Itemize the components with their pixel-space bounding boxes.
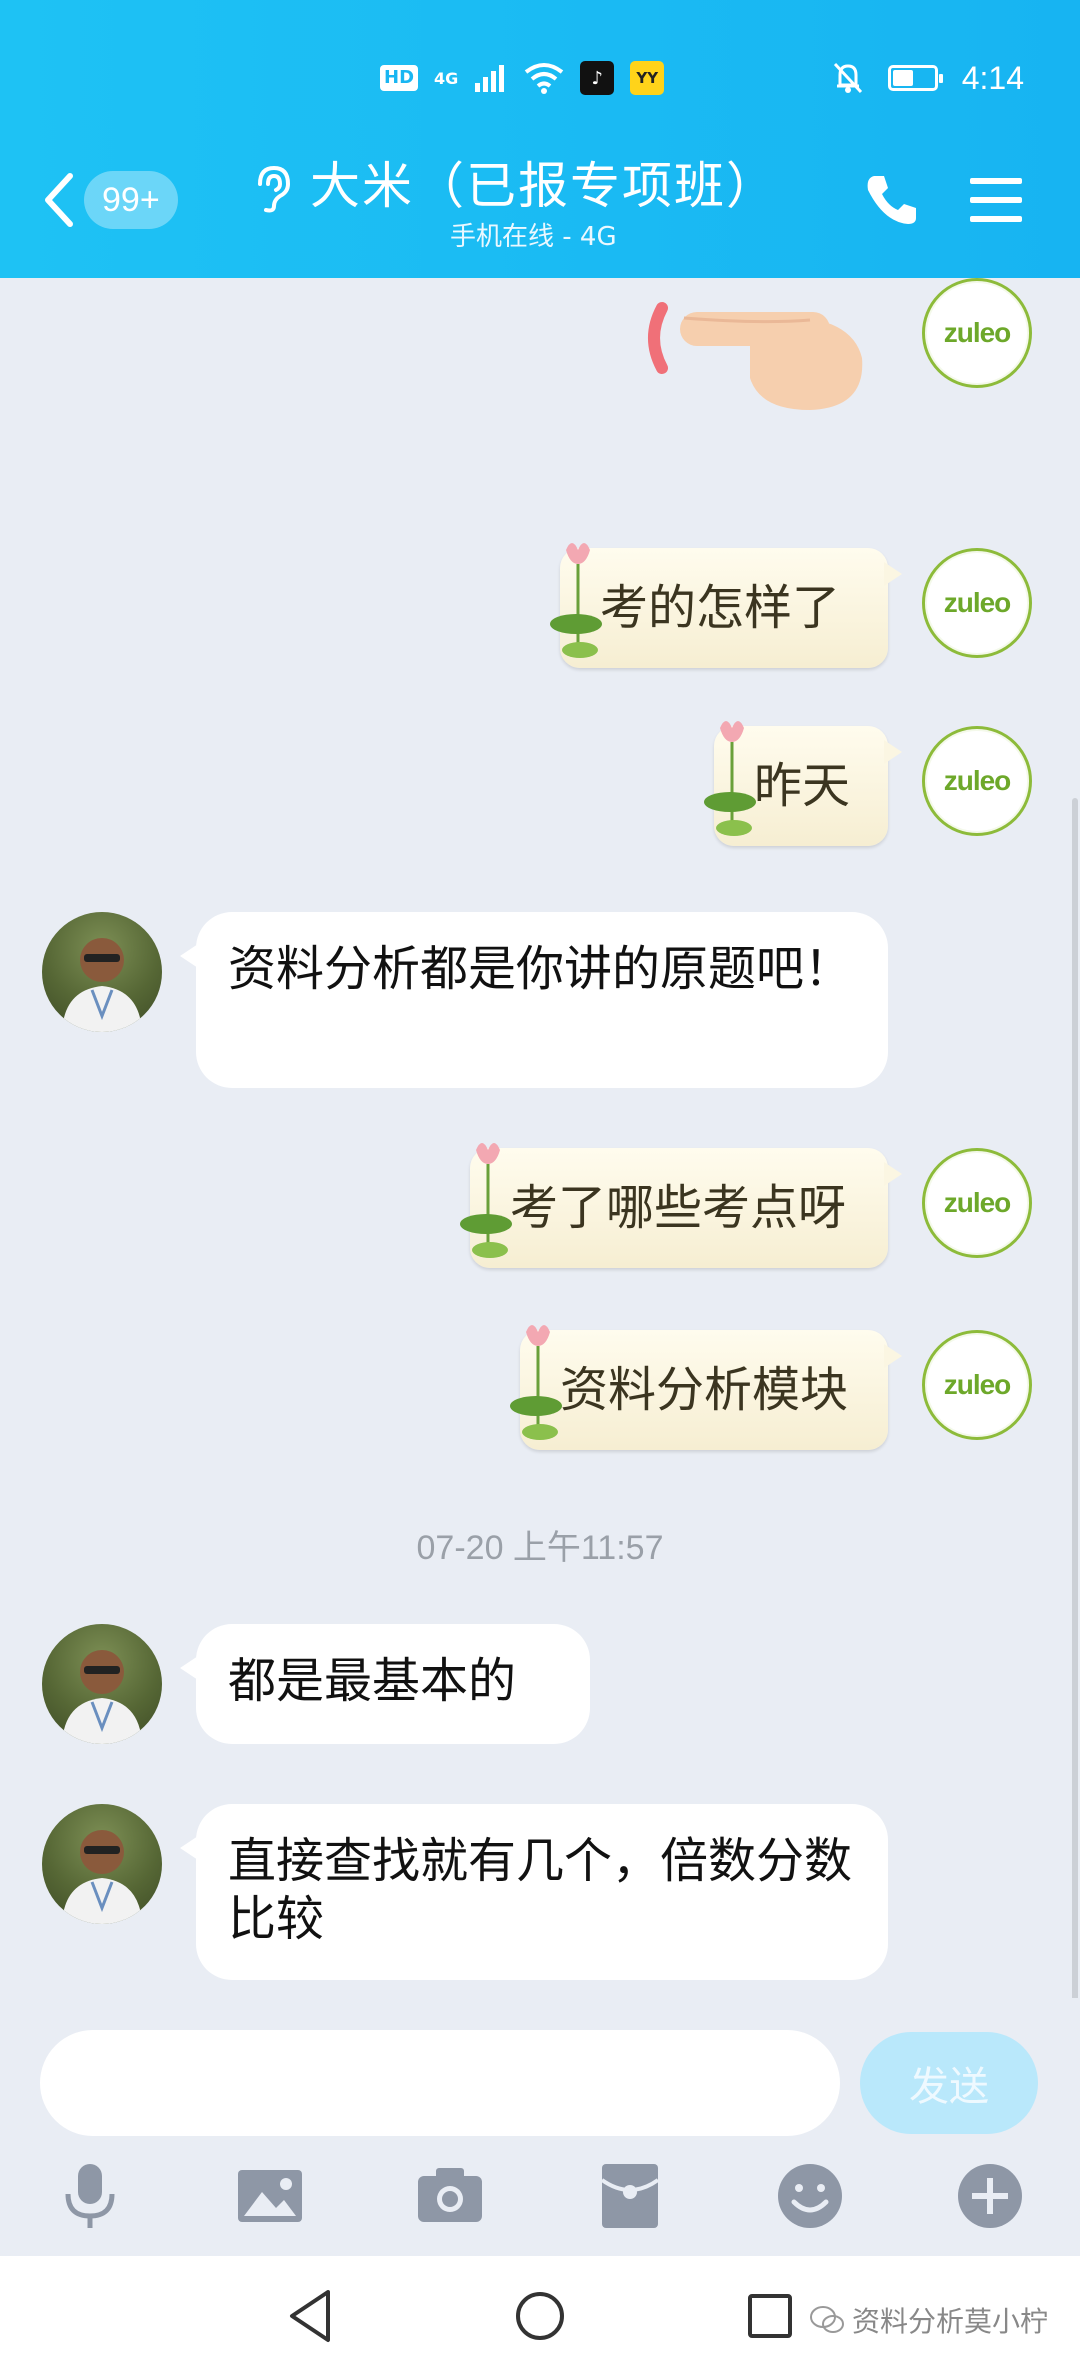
message-text: 考的怎样了 [600,580,841,636]
message-bubble-received[interactable]: 直接查找就有几个，倍数分数比较 [180,1804,888,1980]
person-icon [62,938,142,1032]
self-avatar[interactable]: zuleo [922,548,1032,658]
status-right: 4:14 [832,58,1024,98]
status-bar: HD 4G ♪ YY 4:14 [0,0,1080,150]
message-input[interactable] [40,2030,840,2136]
lotus-decoration-icon [510,1325,562,1440]
self-avatar[interactable]: zuleo [922,278,1032,388]
peer-avatar[interactable] [42,1624,162,1744]
message-bubble-sent[interactable]: 资料分析模块 [510,1325,902,1450]
message-bubble-received[interactable]: 资料分析都是你讲的原题吧！ [180,912,888,1088]
peer-avatar[interactable] [42,912,162,1032]
ear-icon [258,165,291,213]
lotus-decoration-icon [550,543,602,658]
message-bubble-received[interactable]: 都是最基本的 [180,1624,590,1744]
message-text: 直接查找就有几个，倍数分数比较 [228,1833,853,1947]
message-list[interactable]: zuleo 考的怎样了 zuleo 昨天 zuleo 资料分析都是你讲的原题吧！… [0,278,1080,2158]
message-text: 考了哪些考点呀 [510,1180,847,1236]
scrollbar[interactable] [1072,798,1078,2158]
mute-bell-icon [833,62,862,94]
phone-icon[interactable] [860,170,920,230]
self-avatar[interactable]: zuleo [922,1330,1032,1440]
unread-count-badge: 99+ [84,171,178,229]
system-nav-bar: 资料分析莫小柠 [0,2256,1080,2376]
person-icon [62,1650,142,1744]
pointing-hand-emoji[interactable] [640,298,880,418]
wifi-icon [525,63,564,94]
wechat-icon [810,2306,844,2333]
watermark: 资料分析莫小柠 [810,2300,1048,2340]
message-text: 资料分析模块 [560,1362,849,1418]
emoji-icon[interactable] [772,2158,848,2234]
lotus-decoration-icon [704,721,756,836]
image-icon[interactable] [232,2158,308,2234]
menu-icon[interactable] [966,172,1026,228]
chevron-left-icon [45,173,73,227]
message-text: 都是最基本的 [228,1653,517,1709]
toolbar [0,2158,1080,2238]
message-bubble-sent[interactable]: 考的怎样了 [550,543,902,668]
message-text: 资料分析都是你讲的原题吧！ [228,941,853,997]
self-avatar[interactable]: zuleo [922,1148,1032,1258]
watermark-text: 资料分析莫小柠 [852,2305,1049,2338]
nav-back-icon[interactable] [280,2284,344,2348]
message-text: 昨天 [754,758,851,814]
red-packet-icon[interactable] [592,2158,668,2234]
person-icon [62,1830,142,1924]
yy-icon: YY [630,61,665,95]
self-avatar[interactable]: zuleo [922,726,1032,836]
lotus-decoration-icon [460,1143,512,1258]
tiktok-icon: ♪ [580,61,615,95]
nav-recents-icon[interactable] [738,2284,802,2348]
battery-icon [887,65,943,91]
hd-badge: HD [380,65,419,91]
signal-icon [475,65,505,92]
chat-title-area[interactable]: 大米（已报专项班） 手机在线 - 4G [250,150,810,260]
nav-home-icon[interactable] [508,2284,572,2348]
camera-icon[interactable] [412,2158,488,2234]
input-bar: 发送 [0,1998,1080,2256]
battery-level [892,70,913,86]
status-time: 4:14 [961,60,1024,96]
mic-icon[interactable] [52,2158,128,2234]
plus-icon[interactable] [952,2158,1028,2234]
back-button[interactable]: 99+ [40,160,220,240]
chat-header: HD 4G ♪ YY 4:14 99+ 大米（已报专项班） 手机在线 - 4G [0,0,1080,278]
message-bubble-sent[interactable]: 考了哪些考点呀 [460,1143,902,1268]
status-indicators: HD 4G ♪ YY [380,58,665,98]
message-timestamp: 07-20 上午11:57 [416,1529,664,1567]
peer-avatar[interactable] [42,1804,162,1924]
message-bubble-sent[interactable]: 昨天 [704,721,902,846]
send-button[interactable]: 发送 [860,2032,1038,2134]
online-status: 手机在线 - 4G [450,222,617,252]
chat-title: 大米（已报专项班） [310,157,778,215]
network-type: 4G [434,68,459,88]
